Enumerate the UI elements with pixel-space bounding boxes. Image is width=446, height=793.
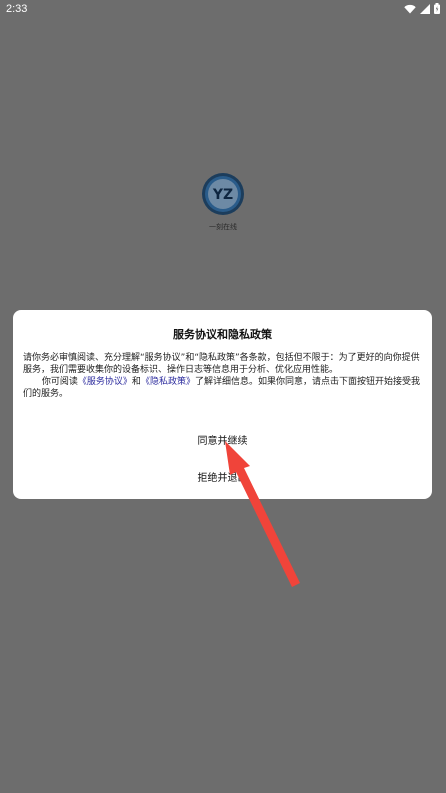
- status-bar: 2:33: [0, 0, 446, 22]
- service-agreement-link[interactable]: 《服务协议》: [78, 377, 132, 387]
- wifi-icon: [404, 4, 416, 14]
- dialog-body: 请你务必审慎阅读、充分理解“服务协议”和“隐私政策”各条款，包括但不限于：为了更…: [23, 352, 423, 400]
- logo-text: YZ: [212, 187, 233, 203]
- privacy-policy-link[interactable]: 《隐私政策》: [141, 377, 195, 387]
- logo-caption: 一刻在线: [209, 223, 237, 231]
- decline-button[interactable]: 拒绝并退出: [13, 469, 432, 484]
- privacy-dialog: 服务协议和隐私政策 请你务必审慎阅读、充分理解“服务协议”和“隐私政策”各条款，…: [13, 310, 432, 499]
- paragraph-2-prefix: 你可阅读: [41, 377, 78, 387]
- dialog-paragraph-2: 你可阅读《服务协议》和《隐私政策》了解详细信息。如果你同意，请点击下面按钮开始接…: [23, 376, 423, 400]
- dialog-paragraph-1: 请你务必审慎阅读、充分理解“服务协议”和“隐私政策”各条款，包括但不限于：为了更…: [23, 353, 420, 375]
- agree-button[interactable]: 同意并继续: [13, 432, 432, 447]
- status-icons: [404, 3, 440, 14]
- battery-icon: [434, 3, 440, 14]
- status-time: 2:33: [6, 3, 28, 15]
- dialog-title: 服务协议和隐私政策: [173, 328, 272, 341]
- and-text: 和: [131, 377, 141, 387]
- signal-icon: [420, 3, 430, 14]
- app-logo: YZ: [201, 172, 245, 216]
